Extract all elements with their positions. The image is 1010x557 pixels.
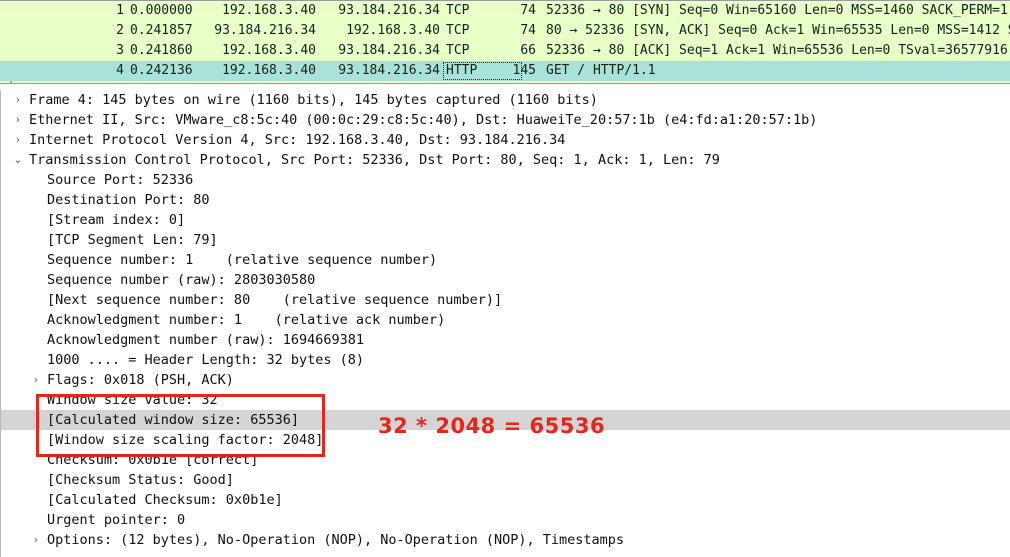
- packet-no: 4: [116, 63, 124, 78]
- detail-tree-label: 1000 .... = Header Length: 32 bytes (8): [47, 352, 364, 368]
- detail-tree-row[interactable]: ⌄ Transmission Control Protocol, Src Port…: [1, 150, 1010, 170]
- detail-tree-label: Sequence number: 1 (relative sequence nu…: [47, 252, 438, 268]
- detail-tree-label: [TCP Segment Len: 79]: [47, 232, 218, 248]
- detail-tree-row[interactable]: › Flags: 0x018 (PSH, ACK): [1, 370, 1010, 390]
- detail-tree-label: [Calculated window size: 65536]: [47, 412, 299, 428]
- packet-source: 192.168.3.40: [222, 43, 316, 58]
- detail-tree-label: Sequence number (raw): 2803030580: [47, 272, 316, 288]
- packet-list-row-selected[interactable]: 4 0.242136 192.168.3.40 93.184.216.34 HT…: [0, 61, 1010, 81]
- packet-detail-pane[interactable]: › Frame 4: 145 bytes on wire (1160 bits),…: [0, 90, 1010, 557]
- chevron-right-icon[interactable]: ›: [11, 110, 25, 130]
- packet-info: 80 → 52336 [SYN, ACK] Seq=0 Ack=1 Win=65…: [546, 23, 1010, 38]
- packet-protocol: HTTP: [446, 63, 478, 78]
- detail-tree-row[interactable]: Acknowledgment number (raw): 1694669381: [1, 330, 1010, 350]
- detail-tree-row[interactable]: Urgent pointer: 0: [1, 510, 1010, 530]
- detail-tree-label: Options: (12 bytes), No-Operation (NOP),…: [47, 532, 625, 548]
- packet-no: 3: [116, 43, 124, 58]
- detail-tree-row[interactable]: › Frame 4: 145 bytes on wire (1160 bits),…: [1, 90, 1010, 110]
- packet-length: 66: [520, 43, 536, 58]
- detail-tree-label: [Window size scaling factor: 2048]: [47, 432, 324, 448]
- detail-tree-row[interactable]: Source Port: 52336: [1, 170, 1010, 190]
- packet-protocol: TCP: [446, 3, 470, 18]
- packet-list-pane[interactable]: 1 0.000000 192.168.3.40 93.184.216.34 TC…: [0, 0, 1010, 84]
- detail-tree-row[interactable]: [Stream index: 0]: [1, 210, 1010, 230]
- detail-tree-row[interactable]: › Ethernet II, Src: VMware_c8:5c:40 (00:0…: [1, 110, 1010, 130]
- detail-tree-label: Source Port: 52336: [47, 172, 194, 188]
- packet-length: 74: [520, 23, 536, 38]
- packet-dest: 93.184.216.34: [338, 63, 440, 78]
- packet-list-row[interactable]: 2 0.241857 93.184.216.34 192.168.3.40 TC…: [0, 21, 1010, 41]
- packet-dest: 93.184.216.34: [338, 43, 440, 58]
- detail-tree-label: [Calculated Checksum: 0x0b1e]: [47, 492, 283, 508]
- annotation-formula-text: 32 * 2048 = 65536: [378, 414, 606, 438]
- detail-tree-label: Acknowledgment number: 1 (relative ack n…: [47, 312, 446, 328]
- packet-info: GET / HTTP/1.1: [546, 63, 656, 78]
- detail-tree-label: Ethernet II, Src: VMware_c8:5c:40 (00:0c…: [29, 112, 818, 128]
- detail-tree-row[interactable]: Destination Port: 80: [1, 190, 1010, 210]
- packet-no: 2: [116, 23, 124, 38]
- detail-tree-row[interactable]: Acknowledgment number: 1 (relative ack n…: [1, 310, 1010, 330]
- detail-tree-row[interactable]: [Next sequence number: 80 (relative sequ…: [1, 290, 1010, 310]
- packet-length: 145: [512, 63, 536, 78]
- packet-source: 192.168.3.40: [222, 3, 316, 18]
- packet-list-row[interactable]: 1 0.000000 192.168.3.40 93.184.216.34 TC…: [0, 1, 1010, 21]
- detail-tree-row[interactable]: › Options: (12 bytes), No-Operation (NOP)…: [1, 530, 1010, 550]
- detail-tree-label: Transmission Control Protocol, Src Port:…: [29, 152, 720, 168]
- packet-dest: 93.184.216.34: [338, 3, 440, 18]
- detail-tree-row[interactable]: Sequence number (raw): 2803030580: [1, 270, 1010, 290]
- detail-tree-label: [Stream index: 0]: [47, 212, 186, 228]
- detail-tree-row[interactable]: [TCP Segment Len: 79]: [1, 230, 1010, 250]
- packet-protocol: TCP: [446, 43, 470, 58]
- detail-tree-label: Window size value: 32: [47, 392, 218, 408]
- packet-protocol: TCP: [446, 23, 470, 38]
- detail-tree-row[interactable]: › Internet Protocol Version 4, Src: 192.1…: [1, 130, 1010, 150]
- detail-tree-label: [Next sequence number: 80 (relative sequ…: [47, 292, 503, 308]
- packet-list-row[interactable]: 3 0.241860 192.168.3.40 93.184.216.34 TC…: [0, 41, 1010, 61]
- chevron-right-icon[interactable]: ›: [29, 370, 43, 390]
- packet-source: 93.184.216.34: [214, 23, 316, 38]
- detail-tree-row[interactable]: Window size value: 32: [1, 390, 1010, 410]
- detail-tree-label: Urgent pointer: 0: [47, 512, 186, 528]
- chevron-right-icon[interactable]: ›: [11, 130, 25, 150]
- detail-tree-row[interactable]: [Calculated Checksum: 0x0b1e]: [1, 490, 1010, 510]
- detail-tree-label: Frame 4: 145 bytes on wire (1160 bits), …: [29, 92, 598, 108]
- detail-tree-label: Flags: 0x018 (PSH, ACK): [47, 372, 234, 388]
- chevron-down-icon[interactable]: ⌄: [11, 150, 25, 170]
- packet-no: 1: [116, 3, 124, 18]
- detail-tree-label: Internet Protocol Version 4, Src: 192.16…: [29, 132, 566, 148]
- detail-tree-label: Checksum: 0x0b1e [correct]: [47, 452, 259, 468]
- chevron-right-icon[interactable]: ›: [29, 530, 43, 550]
- packet-source: 192.168.3.40: [222, 63, 316, 78]
- detail-tree-label: Destination Port: 80: [47, 192, 210, 208]
- detail-tree-label: Acknowledgment number (raw): 1694669381: [47, 332, 364, 348]
- detail-tree-row[interactable]: Sequence number: 1 (relative sequence nu…: [1, 250, 1010, 270]
- packet-info: 52336 → 80 [SYN] Seq=0 Win=65160 Len=0 M…: [546, 3, 1010, 18]
- detail-tree-label: [Checksum Status: Good]: [47, 472, 234, 488]
- detail-tree-row[interactable]: 1000 .... = Header Length: 32 bytes (8): [1, 350, 1010, 370]
- detail-tree-row[interactable]: [Checksum Status: Good]: [1, 470, 1010, 490]
- detail-tree-row[interactable]: Checksum: 0x0b1e [correct]: [1, 450, 1010, 470]
- packet-info: 52336 → 80 [ACK] Seq=1 Ack=1 Win=65536 L…: [546, 43, 1010, 58]
- packet-dest: 192.168.3.40: [346, 23, 440, 38]
- chevron-right-icon[interactable]: ›: [11, 90, 25, 110]
- packet-length: 74: [520, 3, 536, 18]
